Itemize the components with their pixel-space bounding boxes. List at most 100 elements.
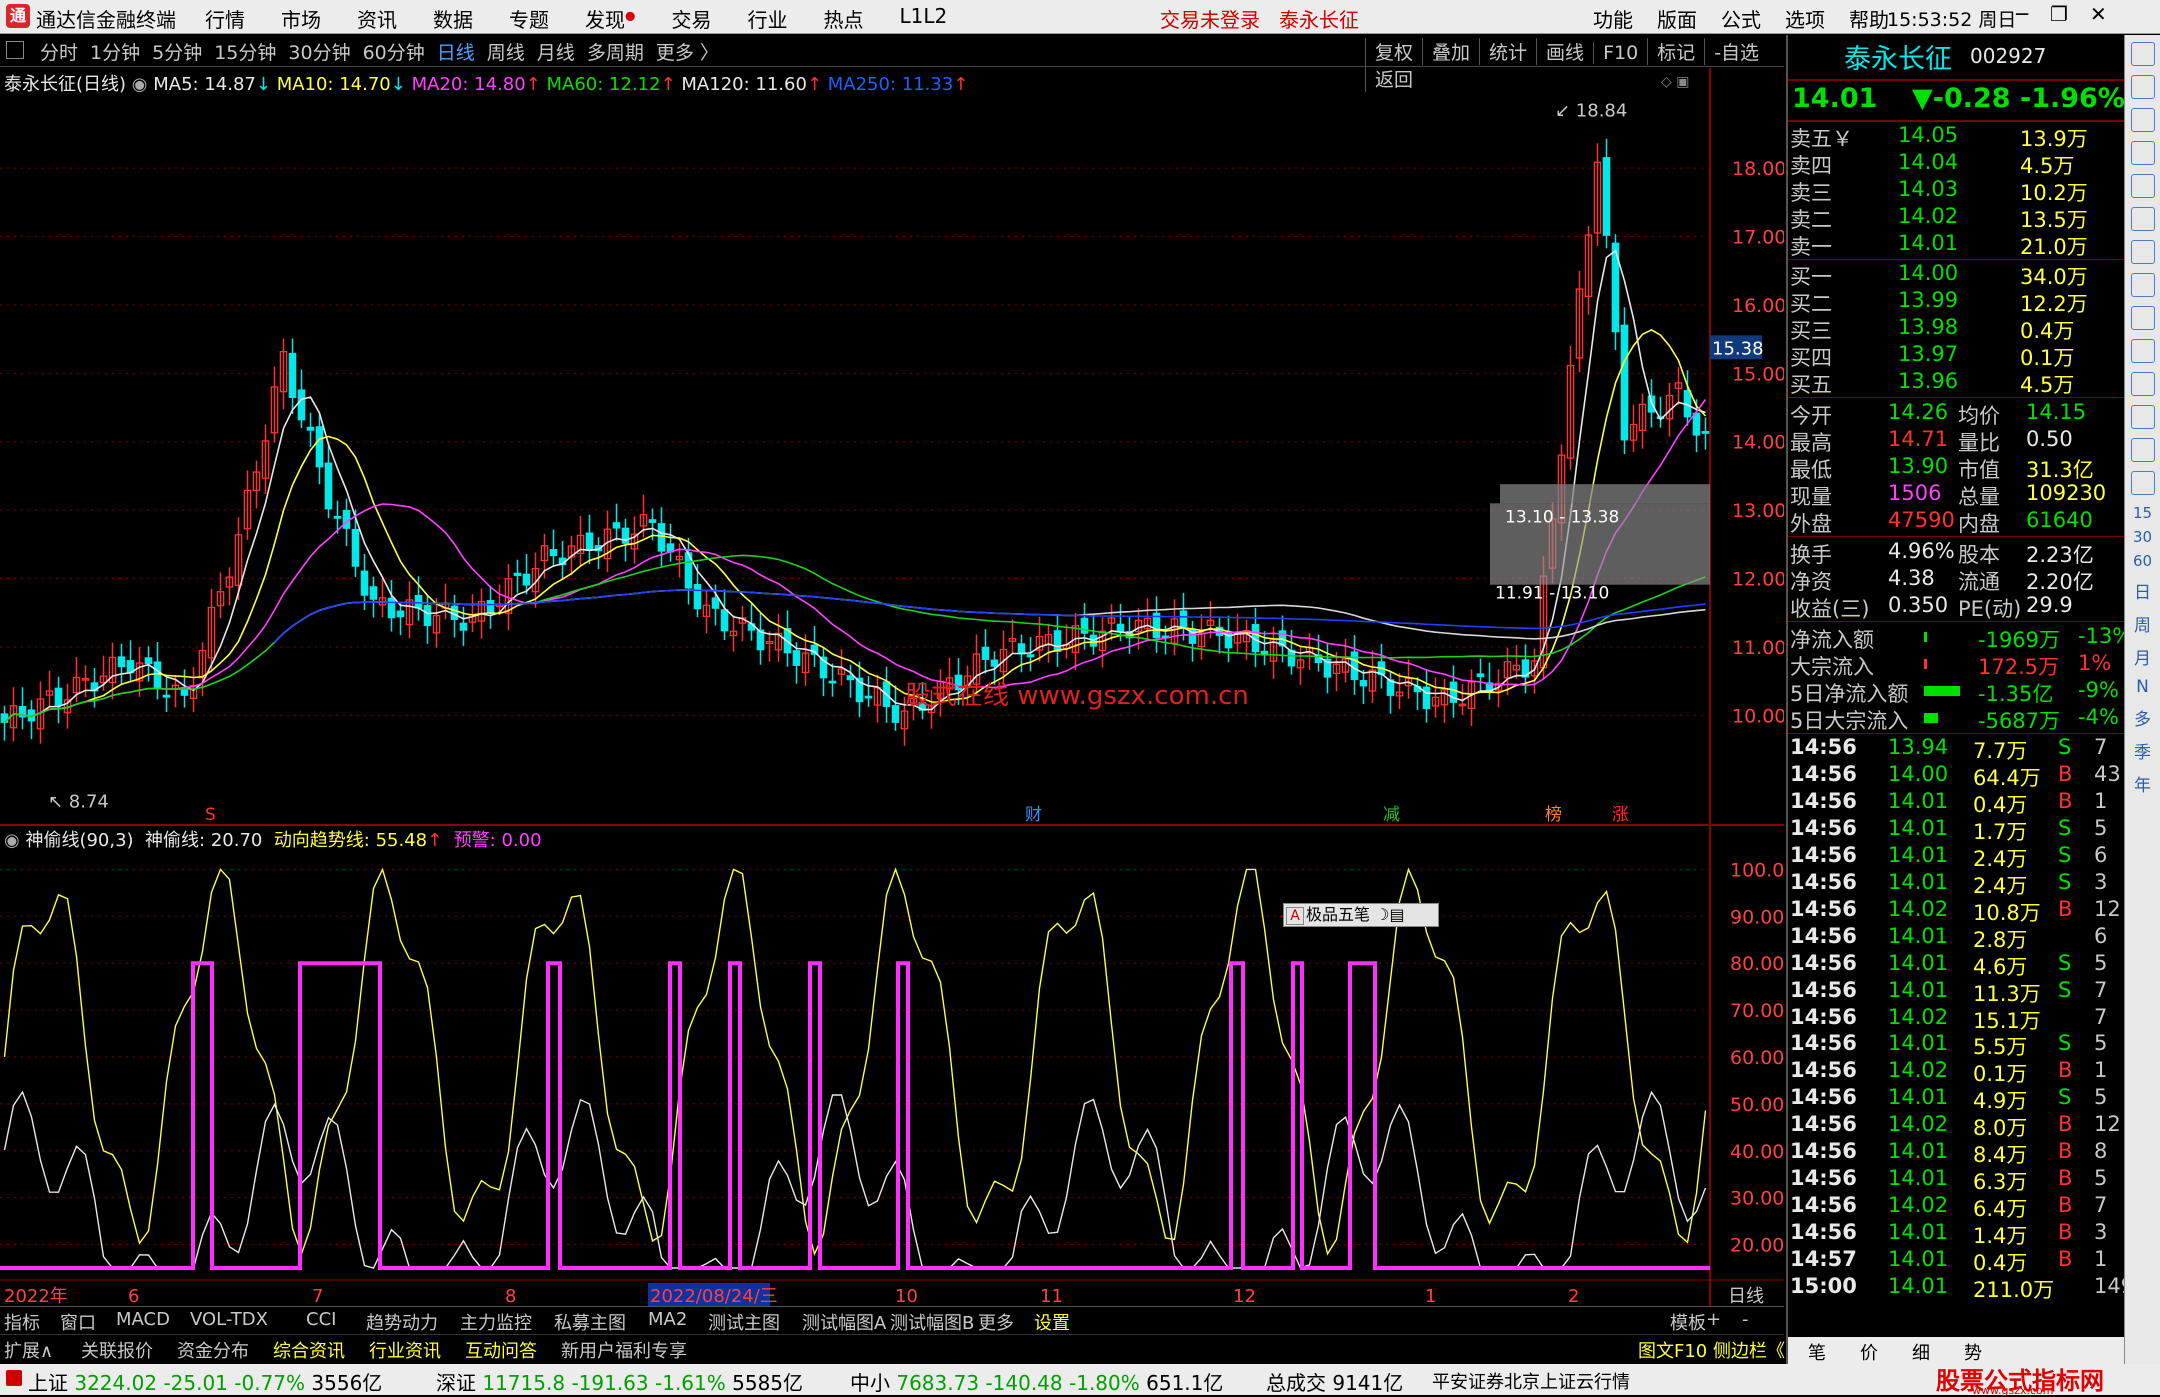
info-tab-0[interactable]: 扩展∧ bbox=[4, 1337, 53, 1363]
zx-name[interactable]: 中小 bbox=[850, 1371, 890, 1395]
info-tab-3[interactable]: 综合资讯 bbox=[273, 1337, 345, 1363]
menu-item-7[interactable]: 行业 bbox=[747, 4, 787, 33]
template-tab-0[interactable]: 模板 bbox=[1670, 1309, 1706, 1335]
period-tab-10[interactable]: 更多 〉 bbox=[656, 38, 719, 65]
menu-item-9[interactable]: L1L2 bbox=[899, 4, 947, 33]
period-tab-8[interactable]: 月线 bbox=[537, 38, 575, 65]
sidebar-period-0[interactable]: 日 bbox=[2125, 578, 2160, 603]
arrow-up-icon[interactable] bbox=[2130, 75, 2155, 99]
sidebar-min-30[interactable]: 30 bbox=[2125, 528, 2160, 546]
sidebar-period-3[interactable]: N bbox=[2125, 677, 2160, 697]
period-tab-2[interactable]: 5分钟 bbox=[152, 38, 202, 65]
book-icon[interactable] bbox=[2130, 405, 2155, 429]
tool-0[interactable]: 复权 bbox=[1365, 38, 1422, 65]
info-tab-5[interactable]: 互动问答 bbox=[465, 1337, 537, 1363]
indicator-tab-2[interactable]: MACD bbox=[116, 1309, 170, 1330]
template-tab-1[interactable]: + bbox=[1706, 1309, 1721, 1330]
indicator-tab-7[interactable]: 私募主图 bbox=[554, 1309, 626, 1335]
sidebar-period-5[interactable]: 季 bbox=[2125, 738, 2160, 763]
line-icon[interactable] bbox=[2130, 240, 2155, 264]
right-menu-item-3[interactable]: 选项 bbox=[1785, 8, 1825, 32]
period-tab-6[interactable]: 日线 bbox=[437, 38, 475, 65]
settings-icon[interactable]: ◉ bbox=[4, 830, 20, 851]
indicator-tab-0[interactable]: 指标 bbox=[4, 1309, 40, 1335]
sidebar-period-1[interactable]: 周 bbox=[2125, 611, 2160, 636]
chart-icon[interactable] bbox=[2130, 141, 2155, 165]
menu-item-5[interactable]: 发现● bbox=[585, 4, 635, 33]
period-tab-1[interactable]: 1分钟 bbox=[90, 38, 140, 65]
sidebar-min-15[interactable]: 15 bbox=[2125, 504, 2160, 522]
period-tab-9[interactable]: 多周期 bbox=[587, 38, 644, 65]
menu-item-4[interactable]: 专题 bbox=[509, 4, 549, 33]
ime-toolbar[interactable]: A 极品五笔 ☽▤ bbox=[1283, 903, 1439, 927]
ime-keyboard-icon[interactable]: ▤ bbox=[1389, 905, 1404, 924]
menu-item-1[interactable]: 市场 bbox=[281, 4, 321, 33]
tool-2[interactable]: 统计 bbox=[1479, 38, 1536, 65]
ime-mode-icon[interactable]: A bbox=[1286, 907, 1304, 925]
restore-icon[interactable]: ❐ bbox=[2050, 2, 2090, 26]
sidebar-period-6[interactable]: 年 bbox=[2125, 771, 2160, 796]
period-tab-7[interactable]: 周线 bbox=[487, 38, 525, 65]
period-tab-3[interactable]: 15分钟 bbox=[214, 38, 276, 65]
arrow-down-icon[interactable] bbox=[2130, 108, 2155, 132]
event-mark[interactable]: 榜 bbox=[1545, 805, 1562, 825]
right-menu-item-2[interactable]: 公式 bbox=[1721, 8, 1761, 32]
sh-name[interactable]: 上证 bbox=[28, 1371, 68, 1395]
right-menu-item-1[interactable]: 版面 bbox=[1657, 8, 1697, 32]
close-icon[interactable]: ✕ bbox=[2090, 2, 2129, 26]
sz-name[interactable]: 深证 bbox=[436, 1371, 476, 1395]
f10-icon[interactable] bbox=[2130, 339, 2155, 363]
tool-6[interactable]: -自选 bbox=[1704, 38, 1768, 65]
event-mark[interactable]: 涨 bbox=[1612, 805, 1629, 825]
indicator-tab-1[interactable]: 窗口 bbox=[60, 1309, 96, 1335]
close-icon[interactable] bbox=[2130, 42, 2155, 66]
indicator-tab-4[interactable]: CCI bbox=[306, 1309, 336, 1330]
indicator-tab-13[interactable]: 设置 bbox=[1034, 1309, 1070, 1335]
layers-icon[interactable] bbox=[2130, 372, 2155, 396]
sidebar-period-4[interactable]: 多 bbox=[2125, 705, 2160, 730]
info-tab-6[interactable]: 新用户福利专享 bbox=[561, 1337, 687, 1363]
indicator-tab-5[interactable]: 趋势动力 bbox=[366, 1309, 438, 1335]
chart-canvas[interactable]: 18.00 17.00 16.00 15.00 14.00 13.00 12.00 11.00… bbox=[0, 68, 1784, 1308]
minimize-icon[interactable]: ─ bbox=[2016, 2, 2050, 26]
right-menu-item-0[interactable]: 功能 bbox=[1593, 8, 1633, 32]
candle-icon[interactable] bbox=[2130, 273, 2155, 297]
period-tab-4[interactable]: 30分钟 bbox=[288, 38, 350, 65]
indicator-tab-3[interactable]: VOL-TDX bbox=[190, 1309, 268, 1330]
tool-5[interactable]: 标记 bbox=[1647, 38, 1704, 65]
indicator-tab-10[interactable]: 测试幅图A bbox=[802, 1309, 886, 1335]
info-tab-2[interactable]: 资金分布 bbox=[177, 1337, 249, 1363]
template-tab-2[interactable]: - bbox=[1742, 1309, 1749, 1330]
quote-tab-2[interactable]: 细 bbox=[1912, 1339, 1930, 1365]
indicator-tab-12[interactable]: 更多 bbox=[978, 1309, 1014, 1335]
info-tab-1[interactable]: 关联报价 bbox=[81, 1337, 153, 1363]
ring-icon[interactable] bbox=[2130, 471, 2155, 495]
bar-icon[interactable] bbox=[2130, 174, 2155, 198]
right-menu-item-4[interactable]: 帮助 bbox=[1849, 8, 1889, 32]
menu-item-8[interactable]: 热点 bbox=[823, 4, 863, 33]
grid-icon[interactable] bbox=[2130, 207, 2155, 231]
event-mark[interactable]: 减 bbox=[1383, 805, 1400, 825]
f-icon[interactable] bbox=[2130, 438, 2155, 462]
chart-pane[interactable]: 泰永长征(日线) ◉ MA5: 14.87↓ MA10: 14.70↓ MA20… bbox=[0, 68, 1784, 1308]
event-mark[interactable]: S bbox=[205, 805, 216, 825]
quote-tab-1[interactable]: 价 bbox=[1860, 1339, 1878, 1365]
panel-toggle-icon[interactable] bbox=[6, 41, 24, 59]
menu-item-2[interactable]: 资讯 bbox=[357, 4, 397, 33]
period-tab-0[interactable]: 分时 bbox=[40, 38, 78, 65]
f10-sidebar-toggle[interactable]: 图文F10 侧边栏《 bbox=[1638, 1337, 1785, 1363]
quote-tab-0[interactable]: 笔 bbox=[1808, 1339, 1826, 1365]
trade-status[interactable]: 交易未登录 bbox=[1160, 4, 1260, 33]
chart-options-icon[interactable]: ◇ ▣ bbox=[1661, 74, 1689, 90]
indicator-tab-9[interactable]: 测试主图 bbox=[708, 1309, 780, 1335]
sidebar-min-60[interactable]: 60 bbox=[2125, 552, 2160, 570]
menu-item-3[interactable]: 数据 bbox=[433, 4, 473, 33]
ime-moon-icon[interactable]: ☽ bbox=[1375, 905, 1389, 924]
indicator-tab-6[interactable]: 主力监控 bbox=[460, 1309, 532, 1335]
menu-item-6[interactable]: 交易 bbox=[671, 4, 711, 33]
info-tab-4[interactable]: 行业资讯 bbox=[369, 1337, 441, 1363]
event-mark[interactable]: 财 bbox=[1025, 805, 1042, 825]
indicator-tab-11[interactable]: 测试幅图B bbox=[890, 1309, 974, 1335]
tool-4[interactable]: F10 bbox=[1593, 42, 1647, 64]
tool-1[interactable]: 叠加 bbox=[1422, 38, 1479, 65]
